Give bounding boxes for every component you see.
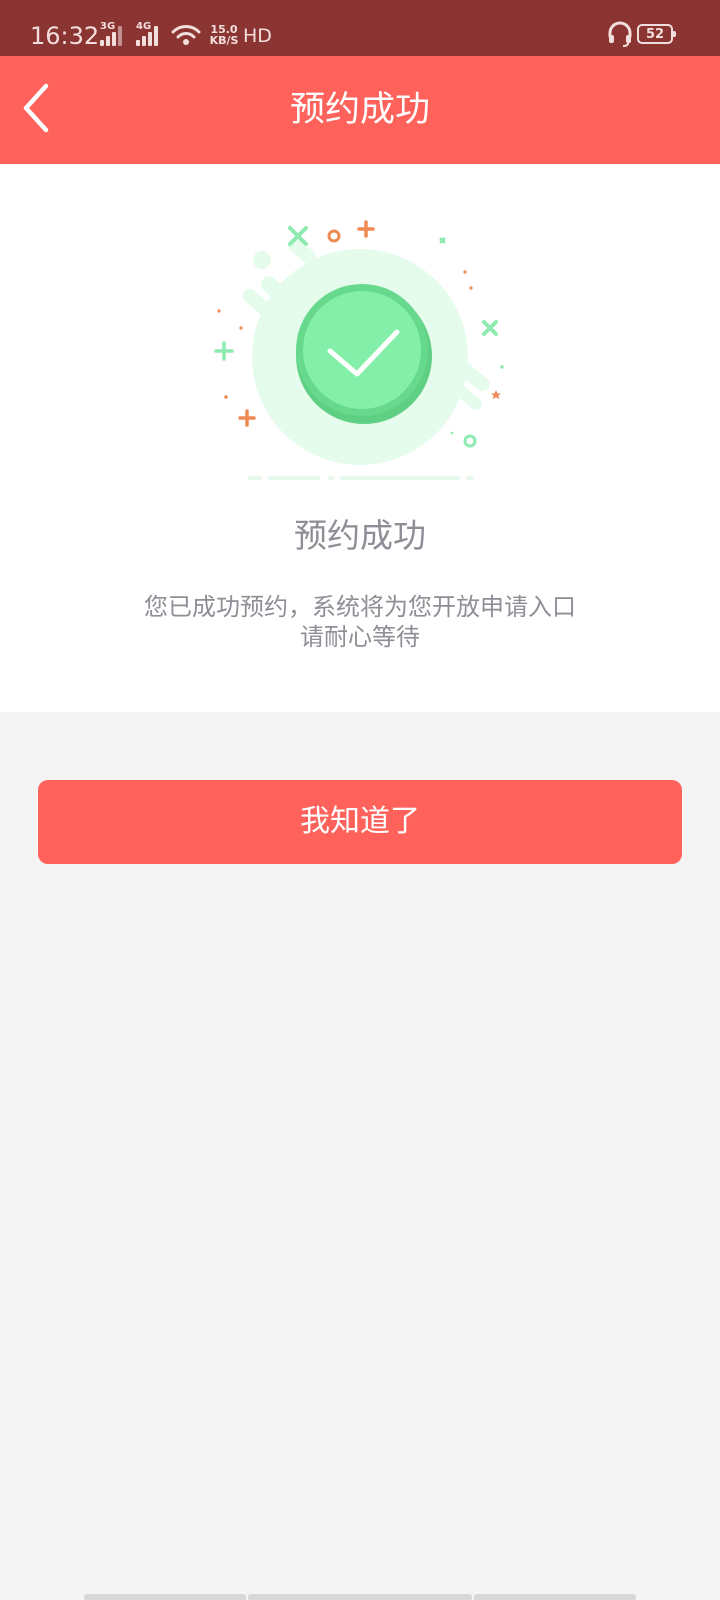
nav-gesture-hint[interactable] bbox=[248, 1594, 472, 1600]
hd-label: HD bbox=[243, 25, 272, 47]
wifi-icon bbox=[171, 25, 201, 45]
nav-gesture-hint[interactable] bbox=[474, 1594, 636, 1600]
result-card: 预约成功 您已成功预约，系统将为您开放申请入口 请耐心等待 bbox=[0, 164, 720, 712]
network-type-label: 4G bbox=[136, 21, 152, 32]
confirm-button[interactable]: 我知道了 bbox=[38, 780, 682, 864]
speed-unit: KB/S bbox=[209, 34, 239, 47]
headset-icon bbox=[608, 21, 632, 47]
result-description: 您已成功预约，系统将为您开放申请入口 请耐心等待 bbox=[0, 592, 720, 652]
network-type-label: 3G bbox=[100, 21, 116, 32]
title-bar: 预约成功 bbox=[0, 56, 720, 164]
result-description-line: 您已成功预约，系统将为您开放申请入口 bbox=[144, 593, 576, 621]
signal-icon: 3G bbox=[100, 22, 128, 46]
nav-gesture-hint[interactable] bbox=[84, 1594, 246, 1600]
result-title: 预约成功 bbox=[294, 516, 426, 555]
success-illustration bbox=[214, 220, 504, 480]
page-title: 预约成功 bbox=[289, 90, 430, 130]
network-speed: 15.0 KB/S bbox=[207, 24, 241, 46]
status-time: 16:32 bbox=[30, 22, 100, 50]
status-bar: 16:32 3G 4G 15.0 KB/S HD 52 bbox=[0, 0, 720, 56]
result-description-line: 请耐心等待 bbox=[300, 623, 420, 651]
battery-icon: 52 bbox=[637, 24, 676, 44]
signal-icon: 4G bbox=[136, 22, 164, 46]
